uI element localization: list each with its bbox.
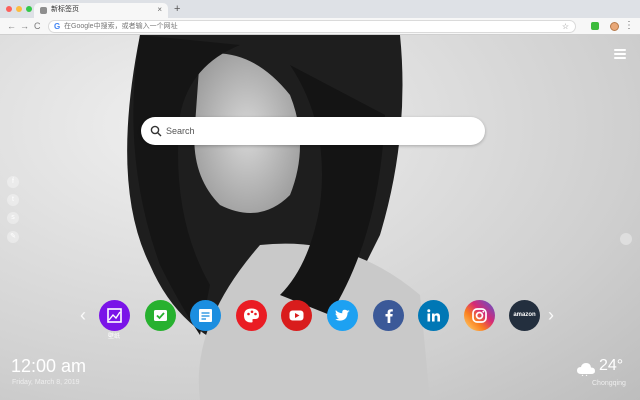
forward-button[interactable]: → [20,20,29,32]
new-tab-page: Search f t s ✎ ‹ › amazon 壁纸 12:00 am Fr… [0,35,640,400]
notes-app[interactable] [190,300,221,331]
tab-favicon-icon [40,7,47,14]
todo-icon [145,300,176,331]
wallpaper-app[interactable] [99,300,130,331]
linkedin-app[interactable] [418,300,449,331]
weather-city: Chongqing [592,380,626,387]
temperature: 24° [599,357,624,374]
instagram-app[interactable] [464,300,495,331]
new-tab-button[interactable]: + [174,3,180,15]
tab-title: 新标签页 [51,6,79,13]
extension-icon[interactable] [591,22,599,30]
maximize-window-button[interactable] [26,6,32,12]
youtube-icon [281,300,312,331]
search-icon [150,125,162,137]
youtube-app[interactable] [281,300,312,331]
twitter-icon[interactable]: t [7,194,19,206]
profile-avatar[interactable] [610,22,619,31]
reload-button[interactable]: C [34,20,41,32]
instagram-icon [464,300,495,331]
amazon-logo-text: amazon [513,312,536,318]
tab-bar: 新标签页 × + [0,0,640,18]
back-button[interactable]: ← [7,20,16,32]
linkedin-icon [418,300,449,331]
close-window-button[interactable] [6,6,12,12]
window-controls [6,6,32,12]
twitter-icon [327,300,358,331]
active-tab[interactable]: 新标签页 × [34,3,168,18]
droplet-icon[interactable] [620,233,632,245]
twitter-app[interactable] [327,300,358,331]
facebook-app[interactable] [373,300,404,331]
address-placeholder: 在Google中搜索，或者输入一个网址 [64,23,178,30]
wallpaper-icon [99,300,130,331]
share-icon[interactable]: s [7,212,19,224]
apps-next-arrow[interactable]: › [548,305,554,325]
browser-toolbar: ← → C G 在Google中搜索，或者输入一个网址 ☆ [0,18,640,35]
paint-icon [236,300,267,331]
clock-time: 12:00 am [11,356,87,376]
amazon-app[interactable]: amazon [509,300,540,331]
notes-icon [190,300,221,331]
clock-date: Friday, March 8, 2019 [12,379,80,386]
todo-app[interactable] [145,300,176,331]
browser-menu-icon[interactable]: ⋮ [624,19,634,33]
minimize-window-button[interactable] [16,6,22,12]
google-icon: G [54,22,61,31]
background-photo [127,35,430,400]
facebook-icon [373,300,404,331]
link-icon[interactable]: ✎ [7,231,19,243]
facebook-icon[interactable]: f [7,176,19,188]
bookmark-star-icon[interactable]: ☆ [562,21,569,32]
wallpaper-app-label: 壁纸 [108,334,121,340]
menu-icon[interactable] [614,49,626,59]
paint-app[interactable] [236,300,267,331]
address-bar[interactable]: G 在Google中搜索，或者输入一个网址 ☆ [48,20,576,33]
cloud-icon [577,363,595,376]
search-box[interactable]: Search [141,117,485,145]
tab-close-button[interactable]: × [157,5,162,15]
search-input[interactable]: Search [166,125,195,137]
apps-prev-arrow[interactable]: ‹ [80,305,86,325]
